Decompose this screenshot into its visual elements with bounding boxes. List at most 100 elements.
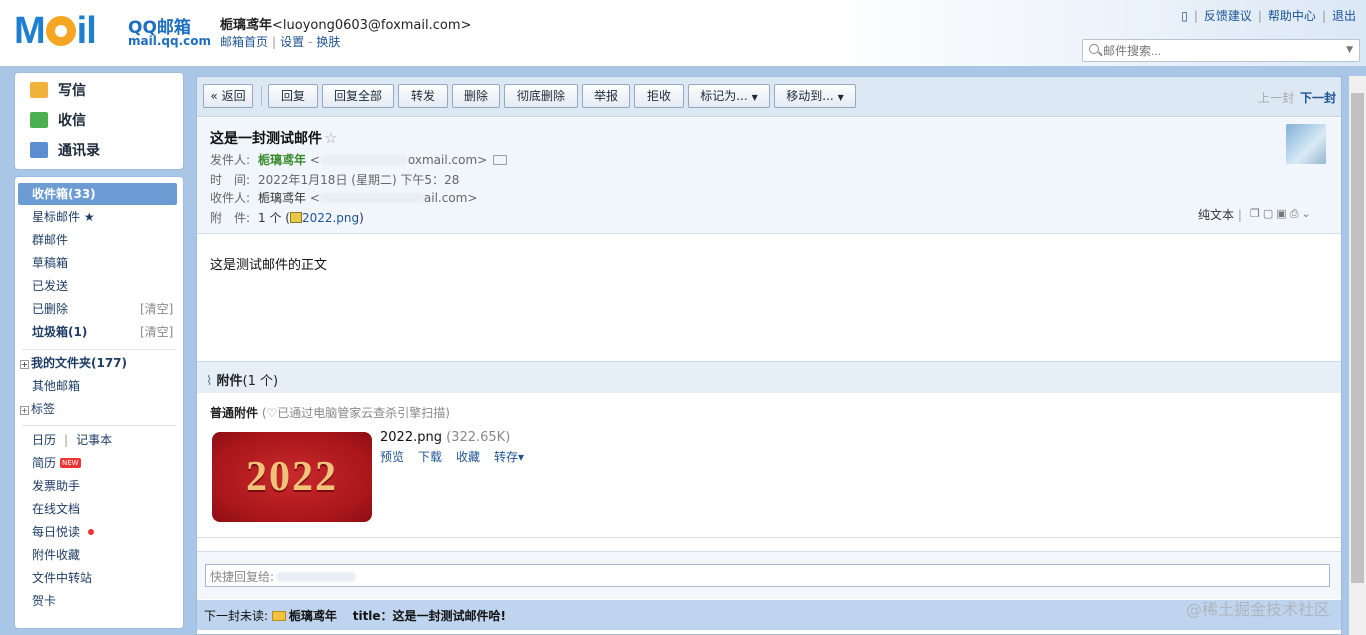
attachment-actions: 预览 下载 收藏 转存▾: [380, 448, 538, 465]
divider: [22, 349, 176, 350]
attachment-filename: 2022.png (322.65K): [380, 430, 511, 445]
mail-attachment-meta: 附 件: 1 个 (2022.png): [210, 211, 364, 225]
compose-button[interactable]: 写信: [30, 80, 86, 102]
clear-deleted-link[interactable]: [清空]: [140, 299, 173, 319]
folder-drafts[interactable]: 草稿箱: [32, 253, 68, 273]
sender-avatar[interactable]: [1286, 124, 1326, 164]
redacted-text: [319, 193, 424, 203]
notepad-link[interactable]: 记事本: [76, 433, 112, 447]
folder-inbox[interactable]: 收件箱(33): [32, 184, 96, 204]
contacts-button[interactable]: 通讯录: [30, 140, 100, 162]
brand-url: mail.qq.com: [128, 34, 211, 48]
tags[interactable]: + 标签: [20, 399, 55, 419]
redacted-text: [276, 572, 357, 582]
chevron-down-icon: ▼: [751, 93, 758, 102]
attachment-favs-link[interactable]: 附件收藏: [32, 545, 80, 565]
clear-spam-link[interactable]: [清空]: [140, 322, 173, 342]
mail-from: 发件人: 栀璃鸢年 < oxmail.com>: [210, 151, 508, 169]
invoice-link[interactable]: 发票助手: [32, 476, 80, 496]
pencil-icon: [30, 82, 48, 98]
contacts-icon: [30, 142, 48, 158]
reply-button[interactable]: 回复: [268, 84, 318, 108]
logout-link[interactable]: 退出: [1332, 9, 1356, 23]
sender-name[interactable]: 栀璃鸢年: [258, 153, 306, 167]
docs-link[interactable]: 在线文档: [32, 499, 80, 519]
help-link[interactable]: 帮助中心: [1268, 9, 1316, 23]
forward-button[interactable]: 转发: [398, 84, 448, 108]
plain-text-link[interactable]: 纯文本 |: [1198, 206, 1242, 223]
calendar-link[interactable]: 日历: [32, 433, 56, 447]
search-icon[interactable]: [1089, 44, 1099, 54]
unread-dot: [88, 529, 95, 535]
phone-icon[interactable]: ▯: [1181, 9, 1188, 23]
home-link[interactable]: 邮箱首页: [220, 35, 268, 49]
attachment-title: ⌇ 附件(1 个): [206, 374, 279, 389]
attachment-link[interactable]: 2022.png: [302, 211, 359, 225]
file-transfer-link[interactable]: 文件中转站: [32, 568, 92, 588]
prev-mail-link[interactable]: 上一封: [1258, 89, 1294, 106]
delete-permanently-button[interactable]: 彻底删除: [504, 84, 578, 108]
move-to-button[interactable]: 移动到... ▼: [774, 84, 856, 108]
attachment-section-header: [197, 361, 1341, 393]
contact-card-icon[interactable]: [493, 155, 508, 165]
new-window-icon[interactable]: ❐: [1250, 207, 1263, 220]
reject-button[interactable]: 拒收: [634, 84, 684, 108]
folder-starred[interactable]: 星标邮件 ★: [32, 207, 95, 227]
chevron-down-icon[interactable]: ▼: [1346, 45, 1353, 55]
favorite-link[interactable]: 收藏: [456, 450, 480, 464]
back-button[interactable]: « 返回: [203, 84, 253, 108]
copy-icon[interactable]: ▢: [1263, 207, 1276, 220]
scrollbar-thumb[interactable]: [1351, 93, 1364, 583]
normal-attachment-label: 普通附件 (♡已通过电脑管家云查杀引擎扫描): [210, 406, 450, 420]
user-links: 邮箱首页 | 设置 - 换肤: [220, 35, 341, 49]
my-folders[interactable]: + 我的文件夹(177): [20, 353, 127, 373]
star-icon[interactable]: ☆: [324, 129, 337, 147]
chevron-down-icon: ▼: [837, 93, 844, 102]
daily-read-link[interactable]: 每日悦读: [32, 522, 95, 542]
mail-logo[interactable]: Mil: [14, 10, 97, 53]
calendar-notepad: 日历 | 记事本: [32, 433, 113, 447]
save-icon[interactable]: ▣: [1276, 207, 1289, 220]
attachment-thumbnail[interactable]: 2022: [212, 432, 372, 522]
expand-icon[interactable]: +: [20, 406, 29, 415]
logo-o-icon: [45, 16, 76, 46]
receive-button[interactable]: 收信: [30, 110, 86, 132]
download-link[interactable]: 下载: [418, 450, 442, 464]
save-to-link[interactable]: 转存▾: [494, 450, 524, 464]
search-input[interactable]: [1103, 40, 1333, 61]
folder-spam[interactable]: 垃圾箱(1): [32, 322, 87, 342]
new-badge: NEW: [60, 458, 81, 468]
greeting-card-link[interactable]: 贺卡: [32, 591, 56, 611]
next-unread[interactable]: 下一封未读: 栀璃鸢年 title：这是一封测试邮件哈!: [204, 607, 506, 624]
resume-link[interactable]: 简历 NEW: [32, 453, 81, 473]
user-info: 栀璃鸢年<luoyong0603@foxmail.com>: [220, 18, 472, 33]
feedback-link[interactable]: 反馈建议: [1204, 9, 1252, 23]
expand-icon[interactable]: +: [20, 360, 29, 369]
skin-link[interactable]: 换肤: [316, 35, 340, 49]
mail-subject: 这是一封测试邮件 ☆: [210, 129, 338, 147]
mail-to: 收件人: 栀璃鸢年 < ail.com>: [210, 191, 478, 205]
toolbar-separator: [261, 86, 262, 106]
delete-button[interactable]: 删除: [452, 84, 500, 108]
redacted-text: [319, 155, 408, 165]
top-links: ▯ | 反馈建议 | 帮助中心 | 退出: [1181, 9, 1356, 23]
preview-link[interactable]: 预览: [380, 450, 404, 464]
folder-deleted[interactable]: 已删除: [32, 299, 68, 319]
quick-reply-input[interactable]: 快捷回复给:: [205, 564, 1330, 587]
envelope-icon: [271, 611, 286, 621]
folder-group[interactable]: 群邮件: [32, 230, 68, 250]
report-button[interactable]: 举报: [582, 84, 630, 108]
watermark: @稀土掘金技术社区: [1186, 600, 1331, 619]
mark-as-button[interactable]: 标记为... ▼: [688, 84, 770, 108]
folder-sent[interactable]: 已发送: [32, 276, 68, 296]
reply-all-button[interactable]: 回复全部: [322, 84, 394, 108]
settings-link[interactable]: 设置: [280, 35, 304, 49]
inbox-icon: [30, 112, 48, 128]
expand-down-icon[interactable]: ⌄: [1302, 207, 1314, 220]
search-box: ▼: [1082, 39, 1360, 62]
next-mail-link[interactable]: 下一封: [1300, 89, 1336, 106]
other-mailbox[interactable]: 其他邮箱: [32, 376, 80, 396]
mail-time: 时 间: 2022年1月18日 (星期二) 下午5：28: [210, 173, 460, 187]
paperclip-icon: ⌇: [206, 374, 213, 389]
print-icon[interactable]: ⎙: [1290, 207, 1302, 220]
